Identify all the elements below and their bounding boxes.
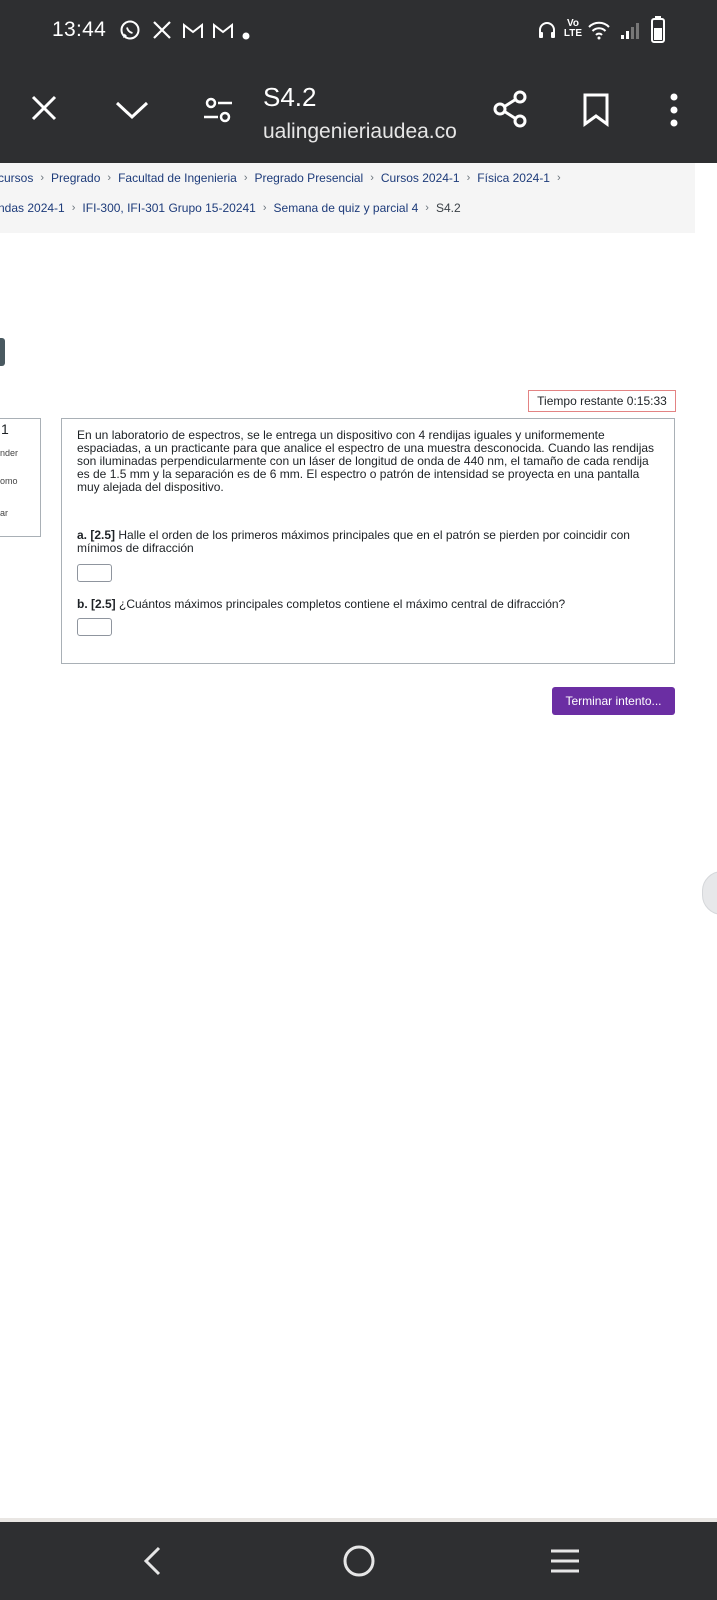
dot-icon [242, 27, 250, 45]
breadcrumb-line-1: cursos › Pregrado › Facultad de Ingenieria… [0, 171, 568, 185]
part-a-text: a. [2.5] Halle el orden de los primeros … [77, 529, 663, 555]
finish-attempt-button[interactable]: Terminar intento... [552, 687, 675, 715]
volte-icon: Vo LTE [563, 19, 583, 39]
breadcrumb-link[interactable]: Pregrado Presencial [254, 171, 363, 185]
signal-icon [620, 20, 640, 45]
chevron-right-icon: › [556, 172, 561, 184]
status-time: 13:44 [52, 18, 107, 41]
divider [0, 1518, 717, 1522]
chevron-right-icon: › [466, 172, 471, 184]
share-icon [493, 90, 527, 128]
close-icon [31, 95, 57, 121]
drawer-toggle[interactable] [0, 338, 5, 366]
part-b-text: b. [2.5] ¿Cuántos máximos principales co… [77, 598, 663, 611]
part-b-question: ¿Cuántos máximos principales completos c… [115, 597, 566, 611]
time-remaining: Tiempo restante 0:15:33 [528, 390, 676, 412]
question-text: En un laboratorio de espectros, se le en… [77, 428, 655, 494]
wifi-icon [587, 20, 611, 45]
breadcrumb: cursos › Pregrado › Facultad de Ingenieria… [0, 163, 695, 233]
home-icon [343, 1545, 375, 1577]
answer-b-input[interactable] [77, 618, 112, 636]
site-settings-button[interactable] [200, 90, 236, 130]
part-a-question: Halle el orden de los primeros máximos p… [77, 528, 630, 555]
answer-a-input[interactable] [77, 564, 112, 582]
question-number: 1 [1, 421, 9, 437]
back-icon [143, 1546, 161, 1576]
breadcrumb-link[interactable]: cursos [0, 171, 33, 185]
recents-icon [551, 1549, 579, 1573]
gmail-icon [212, 22, 234, 44]
close-button[interactable] [24, 88, 64, 128]
x-icon [152, 20, 172, 45]
chevron-right-icon: › [425, 202, 429, 214]
more-options-button[interactable] [664, 90, 684, 130]
question-grade: omo [0, 476, 18, 486]
chevron-right-icon: › [243, 172, 248, 184]
question-info: 1 nder omo ar [0, 418, 41, 537]
recents-button[interactable] [535, 1536, 595, 1586]
chevron-down-icon [115, 101, 149, 120]
chevron-right-icon: › [71, 202, 76, 214]
part-b-prefix: b. [2.5] [77, 597, 116, 611]
breadcrumb-link[interactable]: Semana de quiz y parcial 4 [274, 201, 419, 215]
question-state: nder [0, 448, 19, 458]
chevron-right-icon: › [107, 172, 112, 184]
chevron-right-icon: › [370, 172, 374, 184]
whatsapp-icon [119, 19, 141, 46]
question-content: En un laboratorio de espectros, se le en… [61, 418, 675, 664]
breadcrumb-link[interactable]: IFI-300, IFI-301 Grupo 15-20241 [82, 201, 255, 215]
page-title: S4.2 [263, 82, 317, 112]
battery-icon [651, 16, 665, 49]
browser-toolbar: S4.2 ualingenieriaudea.co [0, 60, 717, 163]
volte-bottom: LTE [563, 28, 583, 39]
bookmark-icon [583, 93, 609, 127]
part-a-prefix: a. [2.5] [77, 528, 116, 542]
bookmark-button[interactable] [580, 90, 612, 130]
more-icon [670, 93, 678, 127]
chevron-right-icon: › [40, 172, 45, 184]
status-bar: 13:44 Vo LTE [0, 0, 717, 60]
breadcrumb-line-2: ndas 2024-1 › IFI-300, IFI-301 Grupo 15-2… [0, 201, 461, 215]
breadcrumb-link[interactable]: Facultad de Ingenieria [118, 171, 237, 185]
gmail-icon [182, 22, 204, 44]
breadcrumb-current: S4.2 [435, 201, 461, 215]
share-button[interactable] [490, 88, 532, 130]
home-button[interactable] [329, 1536, 389, 1586]
breadcrumb-link[interactable]: Cursos 2024-1 [381, 171, 460, 185]
breadcrumb-link[interactable]: ndas 2024-1 [0, 201, 65, 215]
chevron-right-icon: › [262, 202, 267, 214]
headphones-icon [537, 20, 557, 45]
navigation-bar [0, 1518, 717, 1600]
breadcrumb-link[interactable]: Física 2024-1 [477, 171, 550, 185]
back-button[interactable] [122, 1536, 182, 1586]
page-url[interactable]: ualingenieriaudea.co [263, 120, 457, 144]
breadcrumb-link[interactable]: Pregrado [51, 171, 100, 185]
expand-button[interactable] [112, 90, 152, 130]
scroll-side-button[interactable] [702, 871, 717, 915]
flag-question[interactable]: ar [0, 508, 8, 518]
settings-toggle-icon [204, 97, 232, 123]
